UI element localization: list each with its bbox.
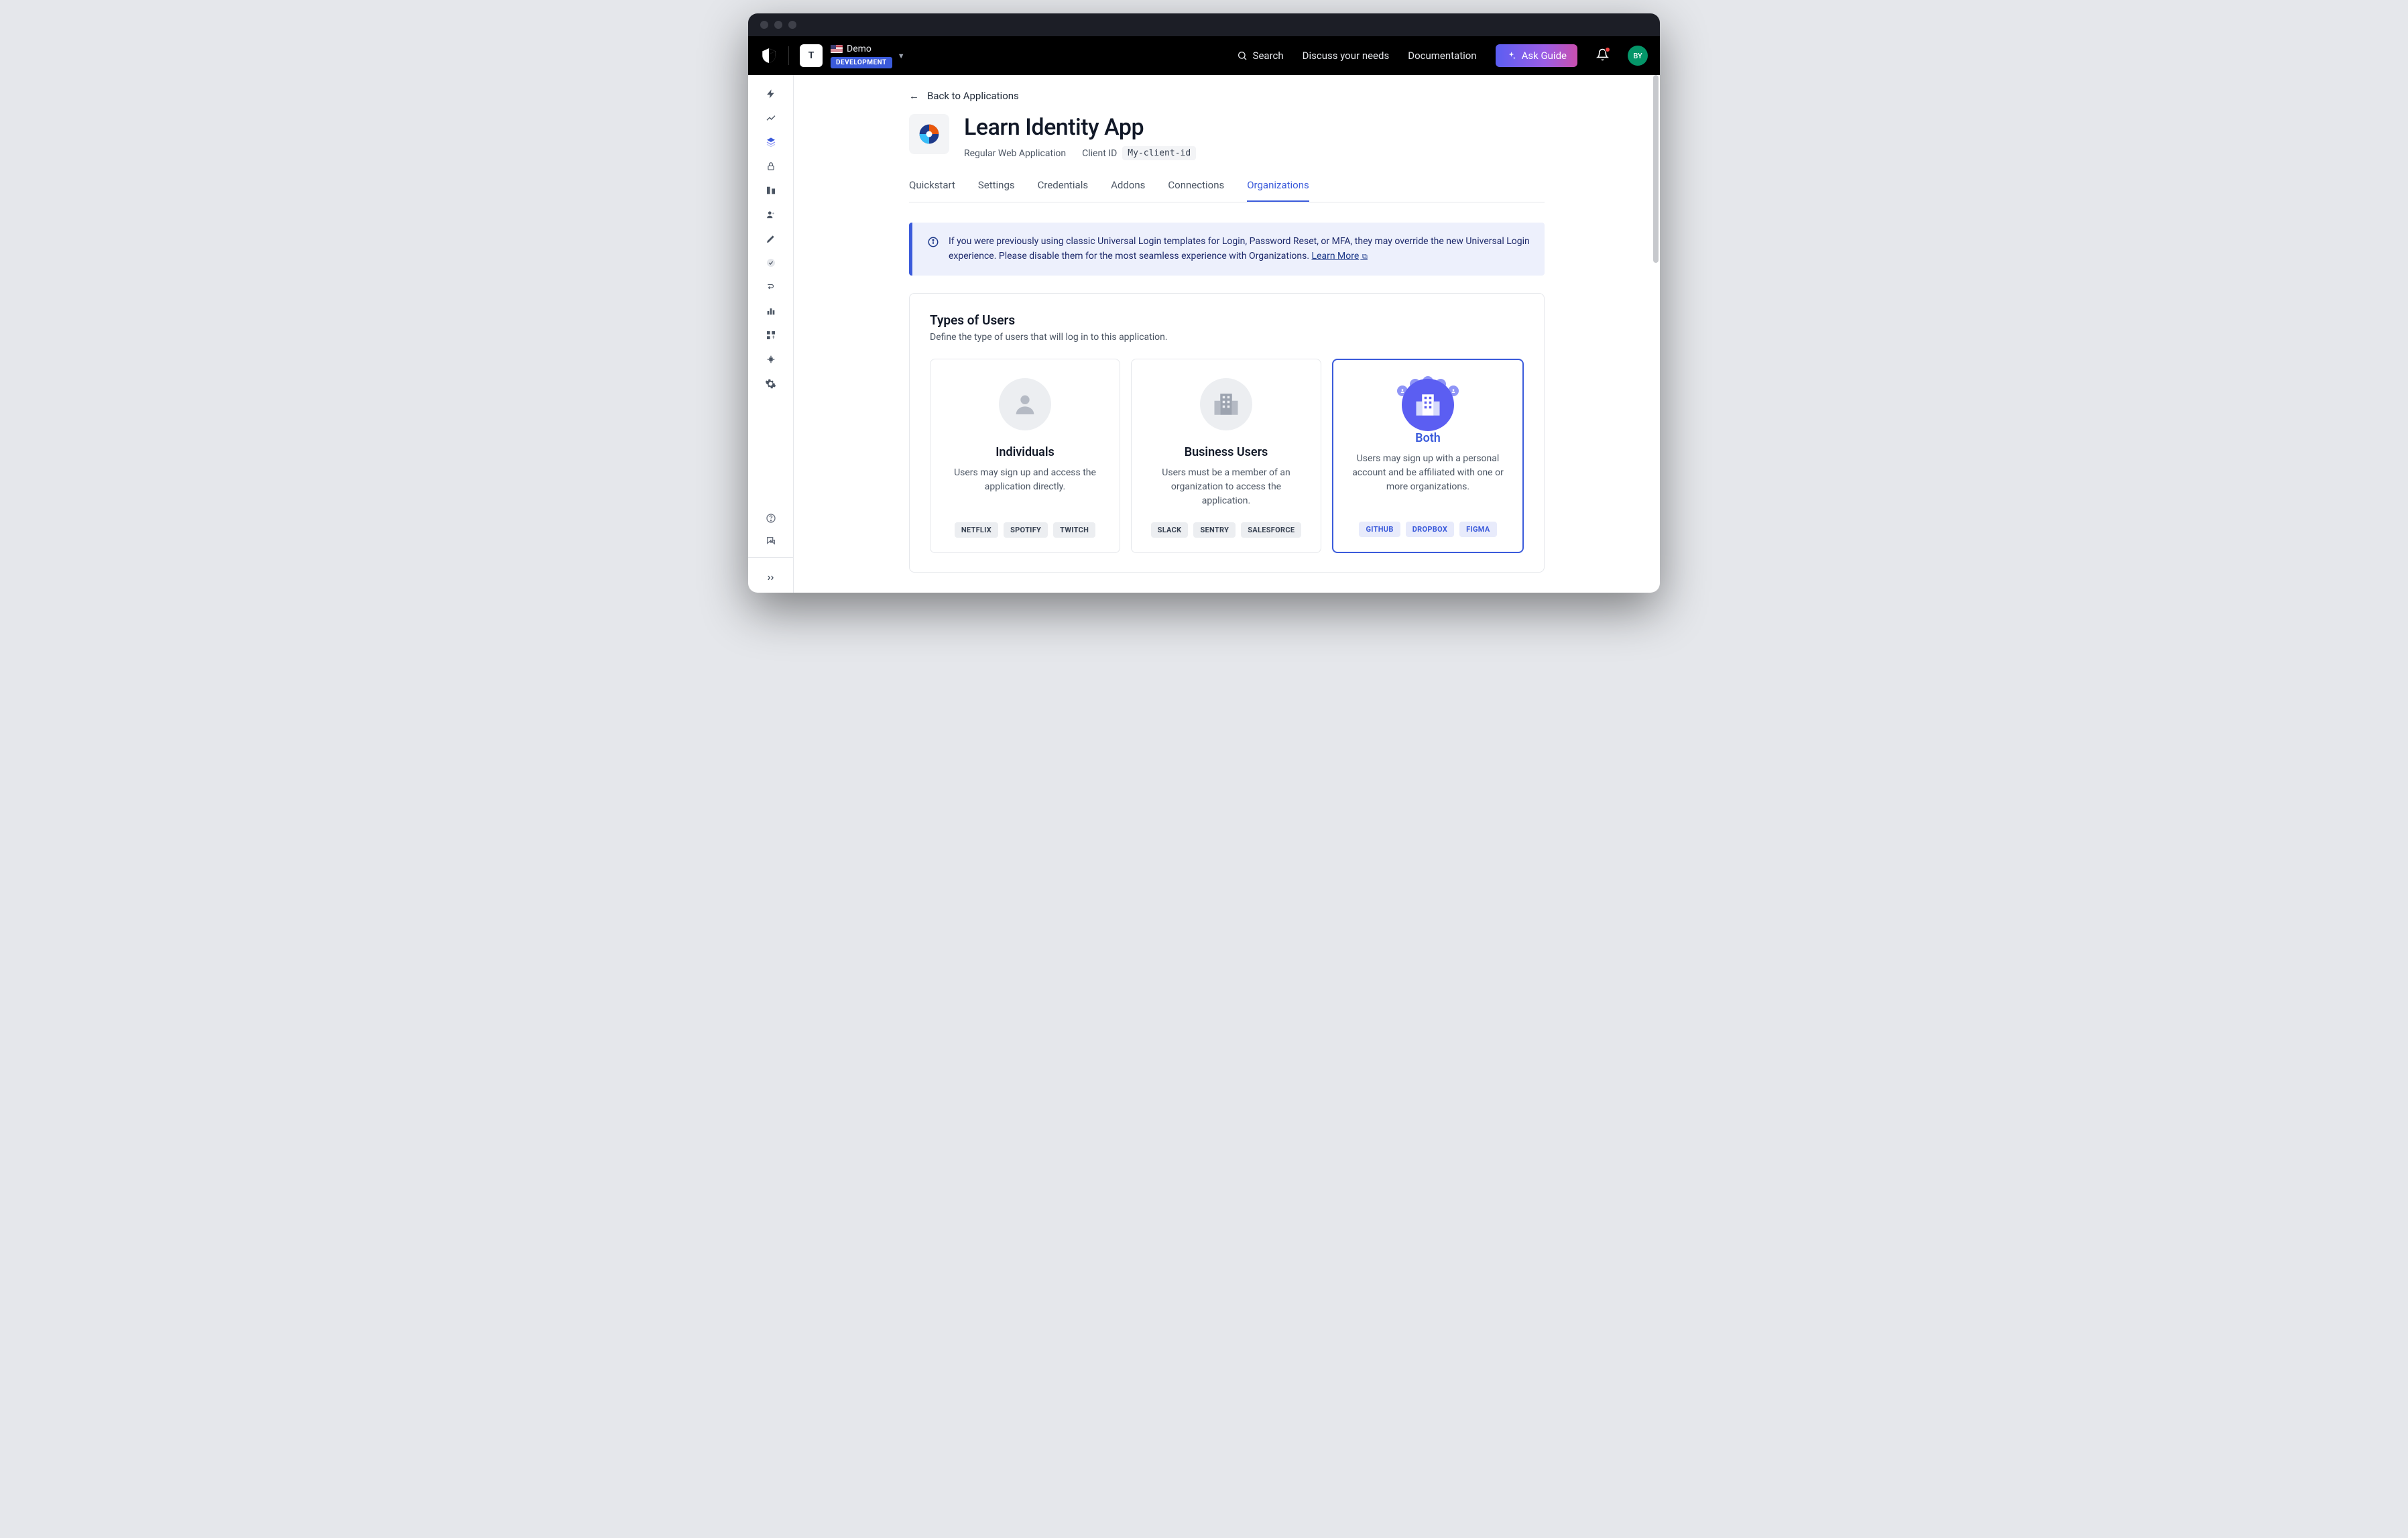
- back-label: Back to Applications: [927, 90, 1019, 102]
- client-id-label: Client ID: [1082, 148, 1117, 159]
- divider: [788, 46, 789, 65]
- application-type: Regular Web Application: [964, 148, 1066, 159]
- flag-us-icon: [831, 45, 843, 53]
- example-pill: SLACK: [1151, 522, 1189, 538]
- card-description: Users may sign up and access the applica…: [945, 466, 1105, 494]
- application-title: Learn Identity App: [964, 114, 1196, 141]
- chevron-down-icon[interactable]: ▼: [898, 52, 905, 60]
- card-description: Users may sign up with a personal accoun…: [1348, 452, 1508, 494]
- notification-dot: [1605, 47, 1610, 52]
- example-pill: SPOTIFY: [1004, 522, 1048, 538]
- info-icon: [927, 236, 939, 263]
- section-title: Types of Users: [930, 312, 1524, 328]
- back-to-applications-link[interactable]: ← Back to Applications: [909, 75, 1545, 114]
- scrollbar[interactable]: [1653, 75, 1659, 263]
- user-avatar[interactable]: BY: [1628, 46, 1648, 66]
- application-header: Learn Identity App Regular Web Applicati…: [909, 114, 1545, 160]
- tenant-name: Demo: [847, 44, 871, 54]
- callout-body: If you were previously using classic Uni…: [949, 236, 1530, 261]
- sidebar-expand[interactable]: ››: [758, 567, 784, 586]
- documentation-link[interactable]: Documentation: [1408, 50, 1476, 62]
- window-dot: [788, 21, 796, 29]
- user-type-card-both[interactable]: Both Users may sign up with a personal ac…: [1332, 359, 1524, 553]
- window-titlebar: [748, 13, 1660, 36]
- external-link-icon: ⧉: [1360, 252, 1368, 261]
- callout-learn-more-link[interactable]: Learn More ⧉: [1312, 251, 1368, 261]
- card-examples: NETFLIX SPOTIFY TWITCH: [955, 522, 1095, 538]
- tab-credentials[interactable]: Credentials: [1038, 179, 1088, 202]
- user-type-cards: Individuals Users may sign up and access …: [930, 359, 1524, 553]
- card-title: Both: [1415, 431, 1441, 445]
- card-title: Business Users: [1185, 445, 1268, 459]
- user-type-card-individuals[interactable]: Individuals Users may sign up and access …: [930, 359, 1120, 553]
- search-trigger[interactable]: Search: [1237, 50, 1284, 62]
- tab-organizations[interactable]: Organizations: [1247, 179, 1309, 202]
- tenant-badge[interactable]: T: [800, 44, 823, 67]
- tab-connections[interactable]: Connections: [1168, 179, 1224, 202]
- sidebar: + ››: [748, 75, 794, 593]
- discuss-link[interactable]: Discuss your needs: [1303, 50, 1390, 62]
- example-pill: GITHUB: [1359, 522, 1400, 537]
- user-type-card-business-users[interactable]: Business Users Users must be a member of …: [1131, 359, 1321, 553]
- window-dot: [774, 21, 782, 29]
- sidebar-item-branding[interactable]: [758, 229, 784, 248]
- card-icon: [999, 378, 1051, 430]
- card-examples: SLACKSENTRY SALESFORCE: [1151, 522, 1302, 538]
- application-meta: Regular Web Application Client ID My-cli…: [964, 146, 1196, 160]
- sidebar-help[interactable]: [758, 509, 784, 528]
- tenant-selector[interactable]: Demo DEVELOPMENT: [831, 44, 892, 68]
- card-title: Individuals: [996, 445, 1055, 459]
- example-pill: NETFLIX: [955, 522, 998, 538]
- sidebar-item-settings[interactable]: [758, 374, 784, 393]
- main-content: ← Back to Applications Learn Identity Ap…: [794, 75, 1660, 593]
- topbar: T Demo DEVELOPMENT ▼ Search Discuss your…: [748, 36, 1660, 75]
- tab-addons[interactable]: Addons: [1111, 179, 1145, 202]
- tab-settings[interactable]: Settings: [978, 179, 1015, 202]
- body: + ›› ← Back to Applications: [748, 75, 1660, 593]
- sidebar-item-getting-started[interactable]: [758, 84, 784, 103]
- sidebar-item-marketplace[interactable]: +: [758, 326, 784, 345]
- sidebar-item-applications[interactable]: [758, 133, 784, 152]
- arrow-left-icon: ←: [909, 90, 919, 102]
- app-window: T Demo DEVELOPMENT ▼ Search Discuss your…: [748, 13, 1660, 593]
- sidebar-feedback[interactable]: [758, 532, 784, 550]
- sidebar-item-users[interactable]: [758, 205, 784, 224]
- callout-text: If you were previously using classic Uni…: [949, 235, 1530, 263]
- sidebar-item-extensions[interactable]: [758, 350, 784, 369]
- example-pill: DROPBOX: [1406, 522, 1454, 537]
- env-badge: DEVELOPMENT: [831, 57, 892, 68]
- search-icon: [1237, 50, 1248, 61]
- sparkle-icon: [1506, 51, 1516, 61]
- sidebar-item-organizations[interactable]: [758, 181, 784, 200]
- card-icon: [1200, 378, 1252, 430]
- types-of-users-panel: Types of Users Define the type of users …: [909, 293, 1545, 573]
- ask-guide-label: Ask Guide: [1522, 50, 1567, 62]
- example-pill: SALESFORCE: [1241, 522, 1301, 538]
- sidebar-item-actions[interactable]: [758, 278, 784, 296]
- info-callout: If you were previously using classic Uni…: [909, 223, 1545, 276]
- example-pill: TWITCH: [1053, 522, 1095, 538]
- brand-logo-icon: [760, 47, 778, 64]
- tabs: Quickstart Settings Credentials Addons Conne…: [909, 179, 1545, 202]
- card-examples: GITHUB DROPBOX FIGMA: [1359, 522, 1496, 537]
- application-icon: [909, 114, 949, 154]
- sidebar-item-monitoring[interactable]: [758, 302, 784, 320]
- section-subtitle: Define the type of users that will log i…: [930, 332, 1524, 343]
- example-pill: SENTRY: [1193, 522, 1236, 538]
- example-pill: FIGMA: [1459, 522, 1496, 537]
- search-label: Search: [1253, 50, 1284, 62]
- sidebar-bottom: ››: [748, 509, 793, 586]
- card-description: Users must be a member of an organizatio…: [1146, 466, 1306, 508]
- sidebar-item-security[interactable]: [758, 253, 784, 272]
- client-id-value: My-client-id: [1122, 146, 1196, 160]
- window-dot: [760, 21, 768, 29]
- sidebar-item-authentication[interactable]: [758, 157, 784, 176]
- sidebar-item-activity[interactable]: [758, 109, 784, 127]
- tab-quickstart[interactable]: Quickstart: [909, 179, 955, 202]
- notifications-button[interactable]: [1596, 48, 1609, 64]
- ask-guide-button[interactable]: Ask Guide: [1496, 44, 1577, 67]
- topbar-right: Search Discuss your needs Documentation …: [1237, 44, 1648, 67]
- svg-text:+: +: [772, 334, 775, 340]
